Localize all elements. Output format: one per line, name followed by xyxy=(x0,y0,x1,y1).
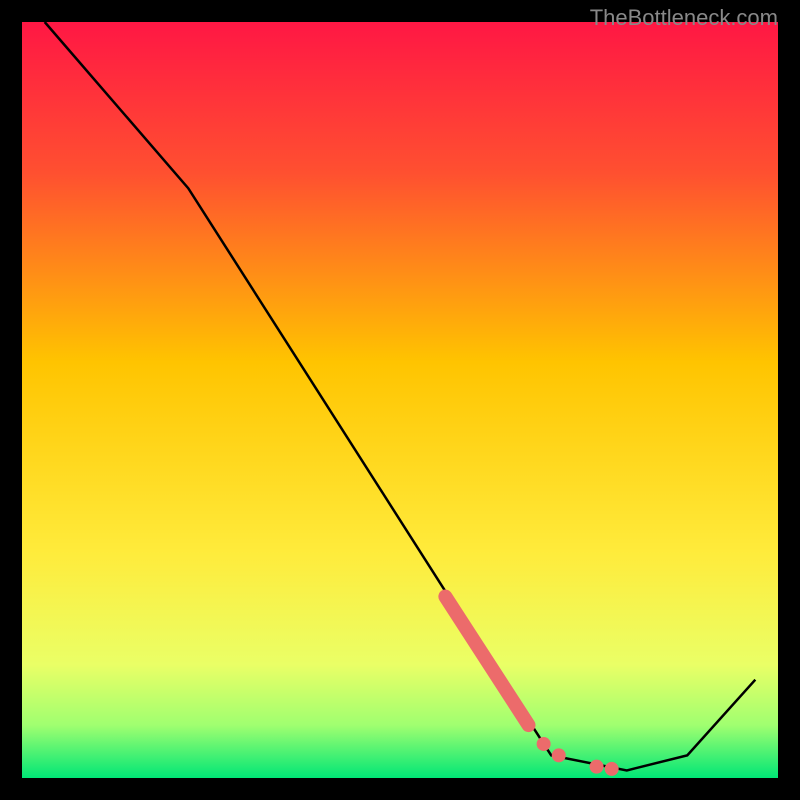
highlight-dot xyxy=(590,760,604,774)
chart-svg xyxy=(0,0,800,800)
highlight-dot xyxy=(537,737,551,751)
highlight-dot xyxy=(605,762,619,776)
watermark-text: TheBottleneck.com xyxy=(590,5,778,31)
bottleneck-chart xyxy=(0,0,800,800)
chart-gradient-area xyxy=(22,22,778,778)
highlight-dot xyxy=(552,748,566,762)
